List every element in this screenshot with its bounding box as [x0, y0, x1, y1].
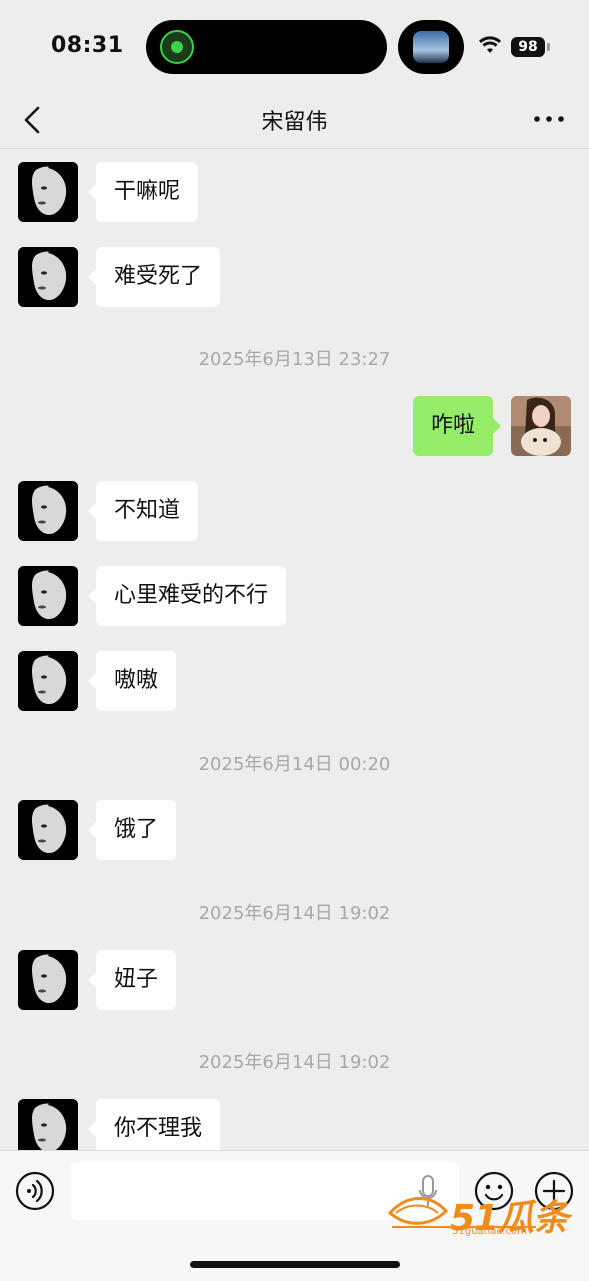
message-bubble-received[interactable]: 干嘛呢 [87, 162, 199, 222]
my-avatar[interactable] [511, 396, 571, 456]
avatar-image [18, 800, 78, 860]
status-bar: 08:31 98 [0, 0, 589, 92]
home-indicator[interactable] [190, 1261, 400, 1268]
avatar-image [18, 481, 78, 541]
chat-title: 宋留伟 [261, 110, 328, 135]
timestamp: 2025年6月14日 19:02 [198, 1052, 391, 1073]
avatar-image [18, 247, 78, 307]
contact-avatar[interactable] [18, 800, 78, 860]
message-bubble-received[interactable]: 心里难受的不行 [87, 566, 287, 626]
avatar-image [18, 950, 78, 1010]
voice-toggle-icon[interactable] [15, 1171, 55, 1211]
message-bubble-received[interactable]: 嗷嗷 [87, 651, 177, 711]
avatar-image [18, 651, 78, 711]
avatar-image [18, 566, 78, 626]
watermark-url: 51guatiao.com [452, 1226, 527, 1237]
status-time: 08:31 [51, 33, 124, 58]
more-icon[interactable] [531, 104, 567, 134]
contact-avatar[interactable] [18, 651, 78, 711]
message-bubble-received[interactable]: 妞子 [87, 950, 177, 1010]
timestamp: 2025年6月14日 19:02 [198, 903, 391, 924]
avatar-image [18, 162, 78, 222]
battery-tip [547, 43, 550, 51]
avatar-image [511, 396, 571, 456]
contact-avatar[interactable] [18, 247, 78, 307]
dynamic-island[interactable] [146, 20, 387, 74]
message-bubble-received[interactable]: 不知道 [87, 481, 199, 541]
contact-avatar[interactable] [18, 950, 78, 1010]
timestamp: 2025年6月14日 00:20 [198, 754, 391, 775]
message-bubble-received[interactable]: 饿了 [87, 800, 177, 860]
wifi-icon [479, 36, 501, 53]
chat-header: 宋留伟 [0, 92, 589, 149]
contact-avatar[interactable] [18, 566, 78, 626]
message-bubble-sent[interactable]: 咋啦 [412, 396, 502, 456]
media-thumbnail [413, 31, 449, 63]
live-activity-icon[interactable] [160, 30, 194, 64]
dynamic-island-media[interactable] [398, 20, 464, 74]
contact-avatar[interactable] [18, 162, 78, 222]
message-bubble-received[interactable]: 难受死了 [87, 247, 221, 307]
battery-indicator: 98 [511, 37, 545, 57]
timestamp: 2025年6月13日 23:27 [198, 349, 391, 370]
contact-avatar[interactable] [18, 481, 78, 541]
